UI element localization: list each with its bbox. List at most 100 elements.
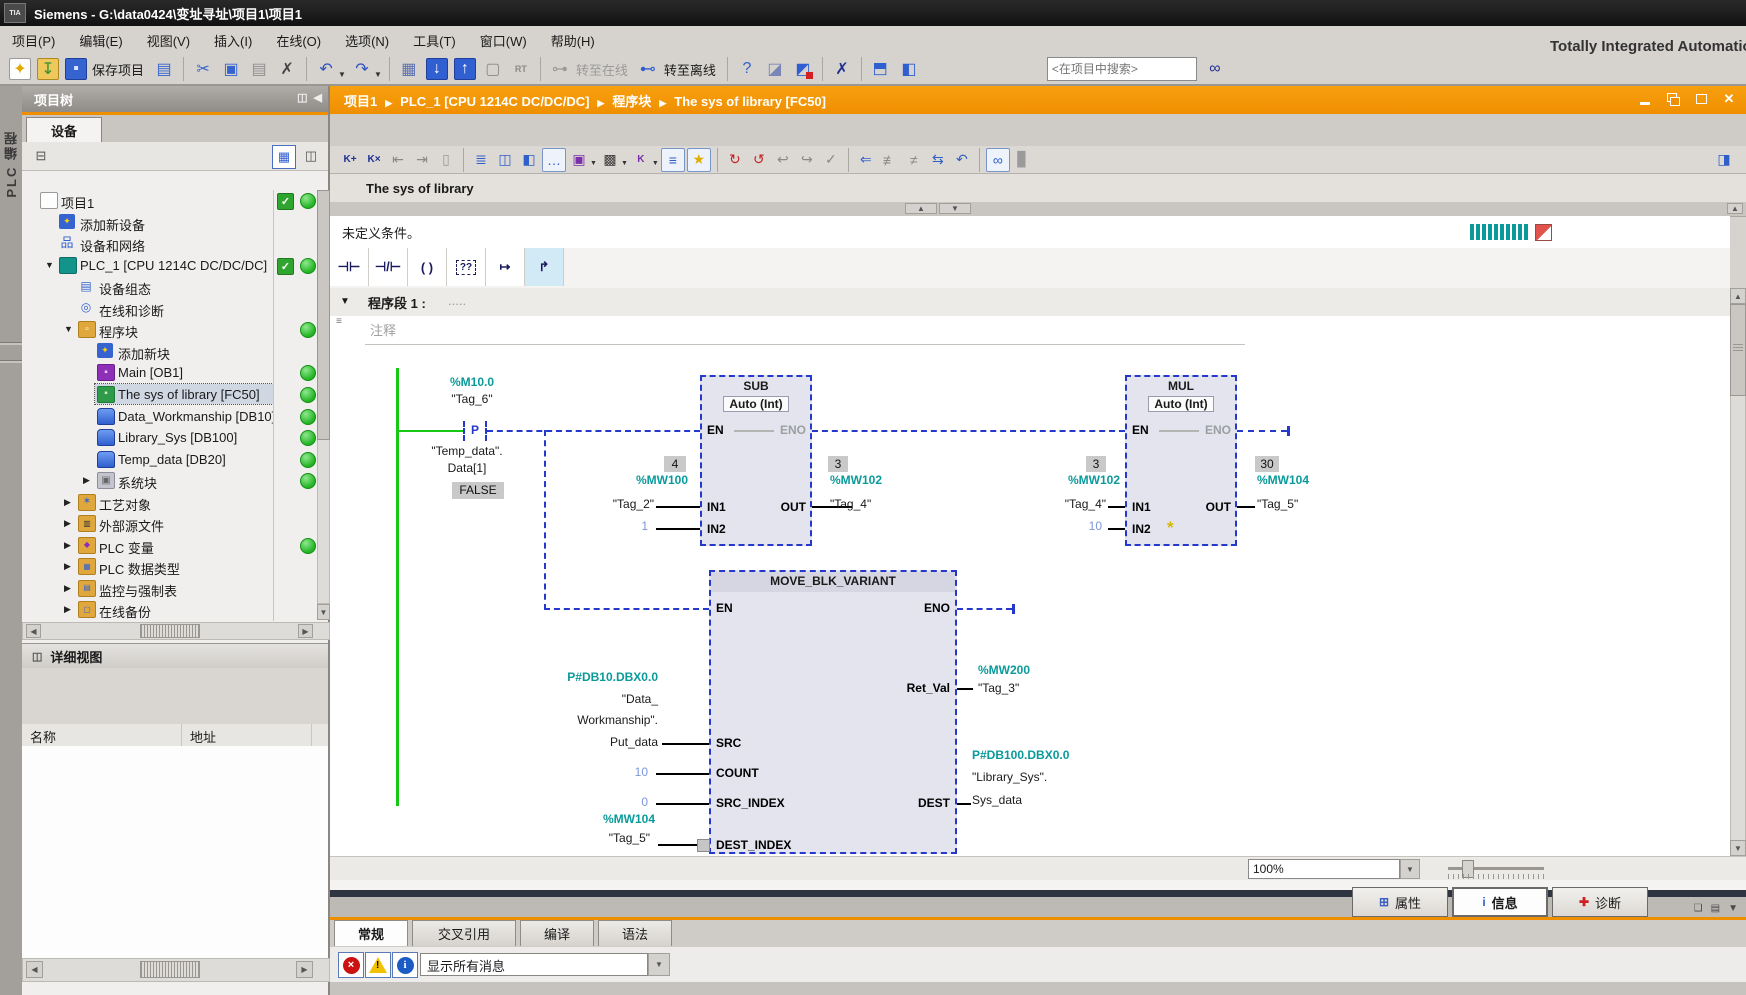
split-row-icon[interactable]: ◫ xyxy=(494,149,516,171)
new-project-icon[interactable]: ✦ xyxy=(9,58,31,80)
search-project-icon[interactable]: ∞ xyxy=(1202,56,1228,82)
go-offline-label[interactable]: 转至离线 xyxy=(664,60,716,79)
mul-block[interactable]: MUL Auto (Int) EN ENO IN1 IN2 * OUT xyxy=(1125,375,1237,546)
tab-diagnostics[interactable]: ✚诊断 xyxy=(1552,887,1648,917)
empty-box-icon[interactable]: ?? xyxy=(447,248,486,286)
delete-icon[interactable]: ✗ xyxy=(274,56,300,82)
tree-item-label[interactable]: 设备组态 xyxy=(99,279,273,298)
editor-library-icon[interactable]: ◨ xyxy=(1713,149,1735,171)
expand-icon[interactable]: ▶ xyxy=(64,583,71,594)
go-online-label[interactable]: 转至在线 xyxy=(576,60,628,79)
sub-in2-constant[interactable]: 1 xyxy=(600,519,648,533)
tree-item-label[interactable]: 在线和诊断 xyxy=(99,301,273,320)
accessible-devices-icon[interactable]: ? xyxy=(734,56,760,82)
move-srcindex-constant[interactable]: 0 xyxy=(590,795,648,809)
tab-properties[interactable]: ⊞属性 xyxy=(1352,887,1448,917)
menu-item[interactable]: 工具(T) xyxy=(401,26,468,55)
zoom-select[interactable]: 100% xyxy=(1248,859,1400,879)
toggle-network-comments-icon[interactable]: … xyxy=(542,148,566,172)
tree-scroll-down-button[interactable]: ▼ xyxy=(317,604,330,620)
info-filter-button[interactable]: i xyxy=(392,952,418,978)
tree-item-label[interactable]: Data_Workmanship [DB10] xyxy=(118,409,273,424)
p-contact[interactable]: P xyxy=(463,421,487,441)
menu-item[interactable]: 在线(O) xyxy=(264,26,333,55)
tree-item-label[interactable]: Main [OB1] xyxy=(118,365,273,380)
delete-network-icon[interactable]: K× xyxy=(363,149,385,171)
detail-scroll-left-button[interactable]: ◀ xyxy=(26,961,43,978)
goto-definition-icon[interactable]: ⇐ xyxy=(855,149,877,171)
expand-view-icon[interactable]: ◫ xyxy=(300,145,322,167)
minimize-icon[interactable] xyxy=(1636,91,1654,107)
convert-box-icon[interactable]: K xyxy=(630,149,652,171)
detail-column-address[interactable]: 地址 xyxy=(182,724,312,746)
detail-column-name[interactable]: 名称 xyxy=(22,724,182,746)
network-header[interactable]: ▼ 程序段 1 : ..... xyxy=(330,288,1730,317)
param-handle[interactable] xyxy=(697,839,710,852)
compile-icon[interactable]: ▦ xyxy=(396,56,422,82)
insert-network-icon[interactable]: K+ xyxy=(339,149,361,171)
tree-item-label[interactable]: Temp_data [DB20] xyxy=(118,452,273,467)
tab-devices[interactable]: 设备 xyxy=(26,117,102,143)
cross-reference-icon[interactable]: ✗ xyxy=(829,56,855,82)
menu-item[interactable]: 选项(N) xyxy=(333,26,401,55)
goto-previous-error-icon[interactable]: ↺ xyxy=(748,149,770,171)
stop-cpu-icon[interactable]: RT xyxy=(508,56,534,82)
tab-info[interactable]: i信息 xyxy=(1452,887,1548,917)
open-branch-icon[interactable]: ↦ xyxy=(486,248,525,286)
error-indicator-icon[interactable] xyxy=(1535,224,1552,241)
tab-cross-references[interactable]: 交叉引用 xyxy=(412,920,516,946)
collapse-icon[interactable]: ▼ xyxy=(45,260,54,270)
expand-icon[interactable]: ▶ xyxy=(64,604,71,615)
paste-icon[interactable]: ▤ xyxy=(246,56,272,82)
sub-out-tag[interactable]: "Tag_4" xyxy=(830,497,930,511)
lock-icon[interactable]: ▊ xyxy=(1012,149,1034,171)
refresh-icon[interactable]: ↪ xyxy=(796,149,818,171)
outdent-icon[interactable]: ⇤ xyxy=(387,149,409,171)
tab-general[interactable]: 常规 xyxy=(334,920,408,946)
tab-compile[interactable]: 编译 xyxy=(520,920,594,946)
filter-dropdown-icon[interactable]: ▼ xyxy=(648,953,670,976)
network-overview-icon[interactable] xyxy=(1470,224,1530,240)
cut-icon[interactable]: ✂ xyxy=(190,56,216,82)
no-contact-icon[interactable]: ⊣⊢ xyxy=(330,248,369,286)
mul-out-address[interactable]: %MW104 xyxy=(1257,473,1357,487)
split-vertical-icon[interactable]: ◧ xyxy=(896,56,922,82)
indent-icon[interactable]: ⇥ xyxy=(411,149,433,171)
menu-item[interactable]: 视图(V) xyxy=(135,26,202,55)
monitoring-icon[interactable]: ∞ xyxy=(986,148,1010,172)
align-icon[interactable]: ≣ xyxy=(470,149,492,171)
menu-item[interactable]: 编辑(E) xyxy=(67,26,134,55)
show-operands-icon[interactable]: ≡ xyxy=(661,148,685,172)
contact-operand-line1[interactable]: "Temp_data". xyxy=(400,444,534,458)
reset-start-icon[interactable]: ▯ xyxy=(435,149,457,171)
favorites-icon[interactable]: ★ xyxy=(687,148,711,172)
table-view-icon[interactable]: ▦ xyxy=(272,145,296,169)
expand-icon[interactable]: ▶ xyxy=(64,561,71,572)
open-project-icon[interactable]: ↧ xyxy=(37,58,59,80)
breadcrumb-item[interactable]: The sys of library [FC50] xyxy=(674,94,826,109)
mul-in2-constant[interactable]: 10 xyxy=(1050,519,1102,533)
restore-icon[interactable] xyxy=(1664,91,1682,107)
expand-icon[interactable]: ▶ xyxy=(64,518,71,529)
move-blk-variant-block[interactable]: MOVE_BLK_VARIANT EN ENO Ret_Val SRC COUN… xyxy=(709,570,957,854)
tree-item-label[interactable]: 系统块 xyxy=(118,473,273,492)
breadcrumb-item[interactable]: 程序块 xyxy=(612,94,651,109)
tab-syntax[interactable]: 语法 xyxy=(598,920,672,946)
splitter-down-icon[interactable]: ▼ xyxy=(939,203,971,214)
save-project-icon[interactable]: ▪ xyxy=(65,58,87,80)
dropdown-caret-icon[interactable]: ▼ xyxy=(621,160,628,167)
tree-hscrollbar-thumb[interactable] xyxy=(140,624,200,638)
tree-scroll-right-button[interactable]: ▶ xyxy=(298,624,313,638)
tree-vscrollbar-thumb[interactable] xyxy=(317,190,330,440)
upload-from-device-icon[interactable]: ↑ xyxy=(454,58,476,80)
splitter-up-icon[interactable]: ▲ xyxy=(905,203,937,214)
tree-item-label[interactable]: PLC_1 [CPU 1214C DC/DC/DC] xyxy=(80,258,273,273)
download-to-device-icon[interactable]: ↓ xyxy=(426,58,448,80)
dropdown-caret-icon[interactable]: ▼ xyxy=(652,160,659,167)
tree-item-label[interactable]: 添加新设备 xyxy=(80,215,273,234)
redo-icon[interactable]: ↷ xyxy=(349,56,375,82)
undo-icon[interactable]: ↶ xyxy=(313,56,339,82)
tree-item-label[interactable]: 添加新块 xyxy=(118,344,273,363)
move-destindex-tag[interactable]: "Tag_5" xyxy=(560,831,650,845)
network-collapse-icon[interactable]: ▼ xyxy=(340,296,350,307)
